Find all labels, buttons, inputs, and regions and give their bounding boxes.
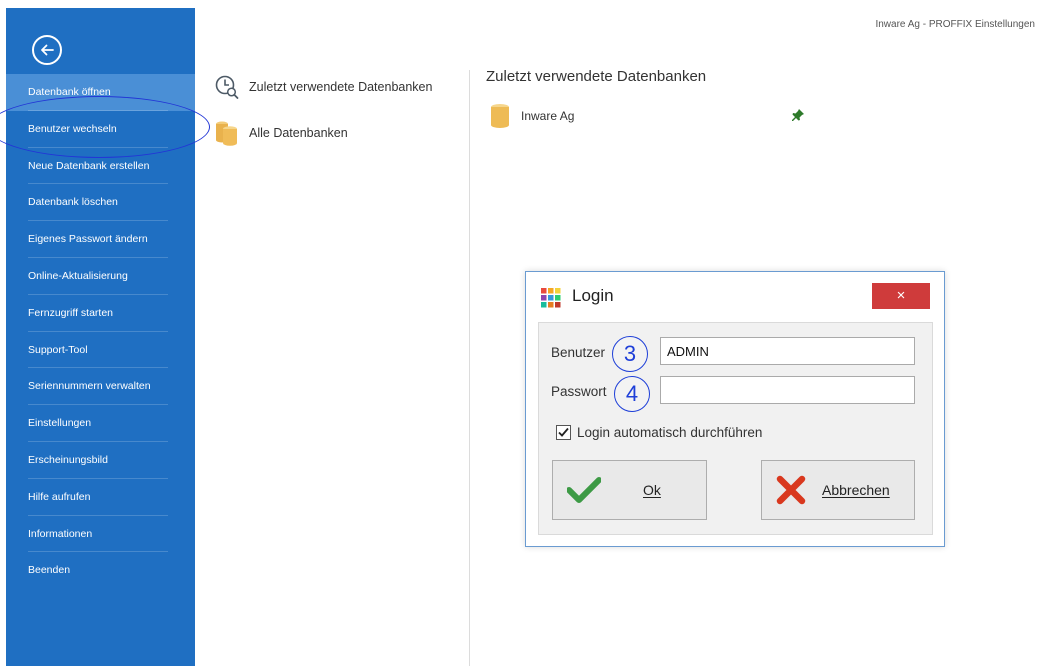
window-title: Inware Ag - PROFFIX Einstellungen — [875, 19, 1035, 30]
sidebar-menu: Datenbank öffnen Benutzer wechseln Neue … — [6, 74, 195, 589]
password-label: Passwort — [551, 383, 607, 399]
sidebar-item-neue-datenbank[interactable]: Neue Datenbank erstellen — [6, 148, 195, 185]
checkmark-icon — [567, 477, 601, 503]
sidebar-item-beenden[interactable]: Beenden — [6, 552, 195, 589]
recent-databases-label: Zuletzt verwendete Datenbanken — [249, 80, 433, 94]
app-logo-icon — [541, 288, 561, 308]
database-stack-icon — [216, 121, 237, 146]
clock-search-icon — [215, 75, 239, 99]
ok-button-label: Ok — [643, 482, 661, 498]
sidebar-item-informationen[interactable]: Informationen — [6, 516, 195, 553]
sidebar-item-support-tool[interactable]: Support-Tool — [6, 332, 195, 369]
cancel-button[interactable]: Abbrechen — [761, 460, 915, 520]
back-arrow-circle-icon — [41, 44, 54, 56]
sidebar-item-hilfe[interactable]: Hilfe aufrufen — [6, 479, 195, 516]
database-name: Inware Ag — [521, 109, 575, 123]
sidebar-item-seriennummern[interactable]: Seriennummern verwalten — [6, 368, 195, 405]
sidebar-item-einstellungen[interactable]: Einstellungen — [6, 405, 195, 442]
sidebar-item-datenbank-loeschen[interactable]: Datenbank löschen — [6, 184, 195, 221]
all-databases-label: Alle Datenbanken — [249, 126, 348, 140]
sidebar-item-passwort-aendern[interactable]: Eigenes Passwort ändern — [6, 221, 195, 258]
checkmark-small-icon — [558, 427, 569, 437]
sidebar-item-fernzugriff[interactable]: Fernzugriff starten — [6, 295, 195, 332]
user-input[interactable] — [660, 337, 915, 365]
sidebar-item-online-aktualisierung[interactable]: Online-Aktualisierung — [6, 258, 195, 295]
step-badge-4: 4 — [614, 376, 650, 412]
auto-login-checkbox[interactable] — [556, 425, 571, 440]
all-databases-item[interactable]: Alle Datenbanken — [215, 120, 348, 146]
auto-login-checkbox-row[interactable]: Login automatisch durchführen — [556, 425, 762, 440]
database-icon — [491, 104, 509, 128]
section-title: Zuletzt verwendete Datenbanken — [486, 68, 707, 85]
auto-login-label: Login automatisch durchführen — [577, 425, 763, 440]
cancel-button-label: Abbrechen — [822, 482, 890, 498]
dialog-title: Login — [572, 286, 614, 305]
sidebar-item-erscheinungsbild[interactable]: Erscheinungsbild — [6, 442, 195, 479]
sidebar-item-datenbank-oeffnen[interactable]: Datenbank öffnen — [6, 74, 195, 111]
recent-databases-item[interactable]: Zuletzt verwendete Datenbanken — [215, 74, 432, 100]
step-badge-3: 3 — [612, 336, 648, 372]
column-divider — [469, 70, 470, 666]
password-input[interactable] — [660, 376, 915, 404]
sidebar-item-benutzer-wechseln[interactable]: Benutzer wechseln — [6, 111, 195, 148]
back-button[interactable] — [32, 35, 62, 65]
red-x-icon — [776, 475, 806, 505]
user-label: Benutzer — [551, 344, 606, 360]
backstage-sidebar: Datenbank öffnen Benutzer wechseln Neue … — [6, 8, 195, 666]
database-list-item[interactable]: Inware Ag — [490, 101, 820, 131]
close-button[interactable]: × — [872, 283, 930, 309]
ok-button[interactable]: Ok — [552, 460, 707, 520]
pin-icon[interactable] — [791, 108, 805, 122]
